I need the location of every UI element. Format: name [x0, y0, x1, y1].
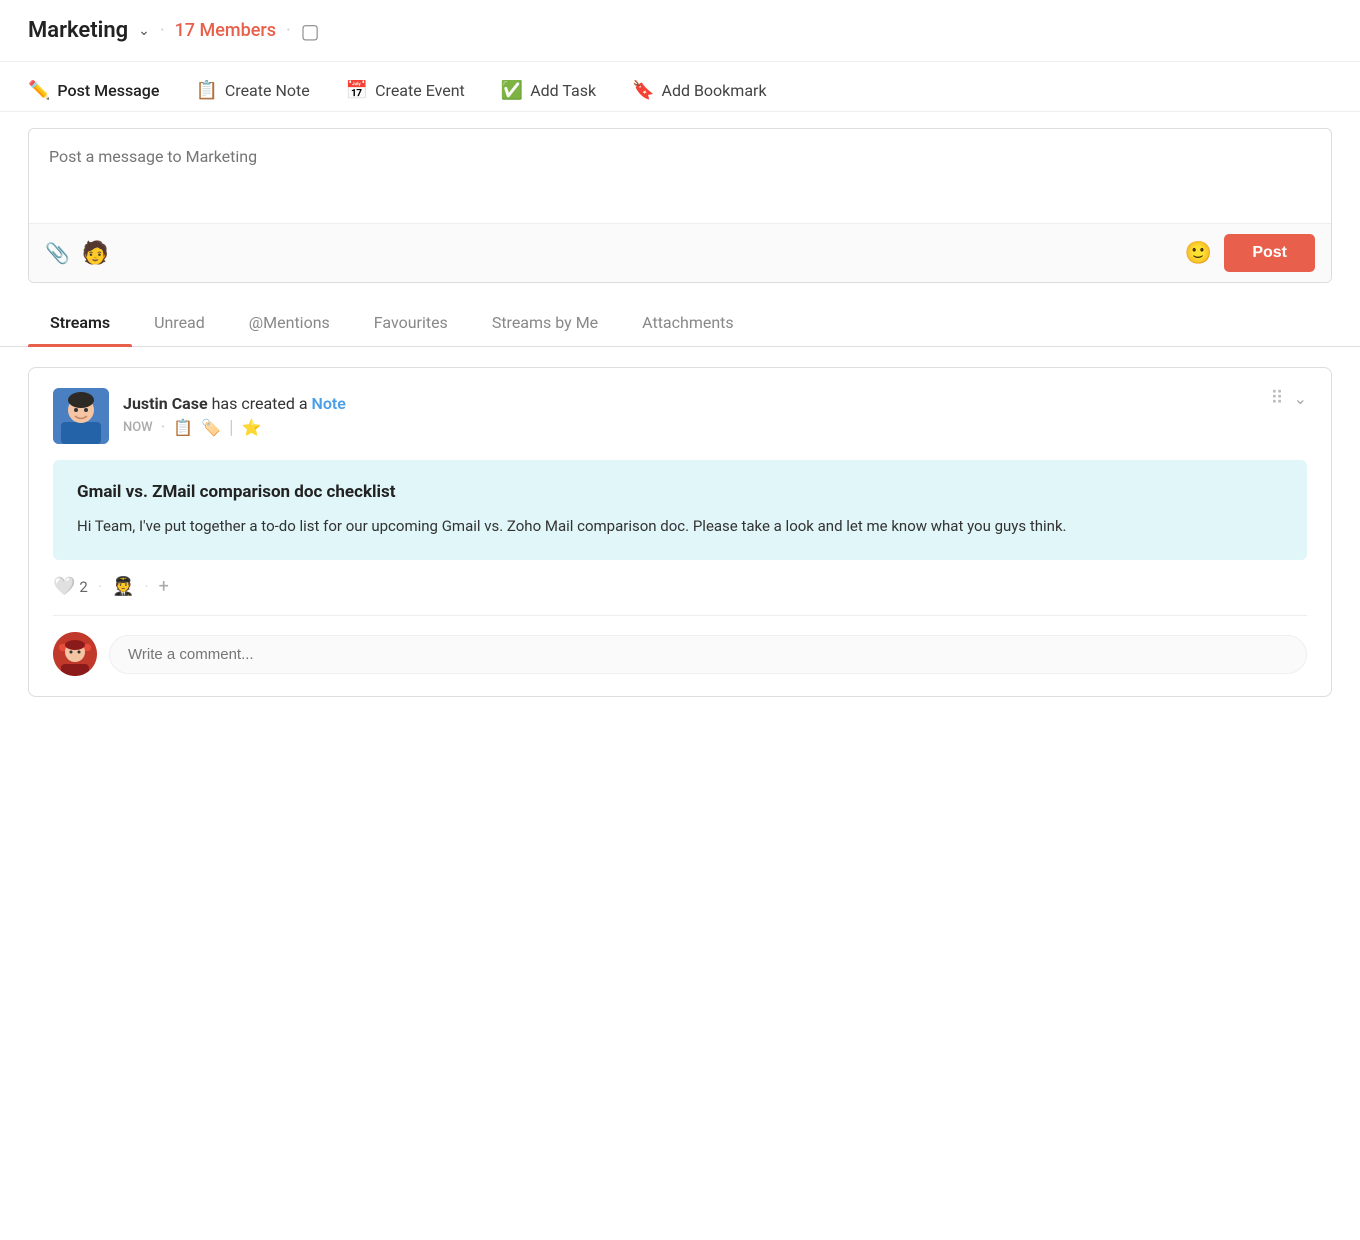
separator: ·	[160, 20, 165, 41]
like-count: 2	[79, 578, 87, 596]
add-bookmark-icon: 🔖	[632, 80, 654, 101]
tab-attachments[interactable]: Attachments	[620, 299, 756, 346]
heart-icon: 🤍	[53, 576, 75, 597]
compose-right-tools: 🙂 Post	[1185, 234, 1315, 272]
post-message-icon: ✏️	[28, 80, 50, 101]
tab-unread-label: Unread	[154, 313, 205, 332]
comment-avatar	[53, 632, 97, 676]
note-title: Gmail vs. ZMail comparison doc checklist	[77, 482, 1283, 502]
tab-unread[interactable]: Unread	[132, 299, 227, 346]
compose-area: 📎 🧑 🙂 Post	[28, 128, 1332, 283]
person-x-icon[interactable]: 🧑‍✈️	[112, 576, 134, 597]
add-bookmark-button[interactable]: 🔖 Add Bookmark	[632, 80, 766, 101]
more-options-icon[interactable]: ⠿	[1270, 388, 1283, 409]
create-event-icon: 📅	[346, 80, 368, 101]
note-icon[interactable]: 📋	[173, 418, 193, 437]
tab-streams[interactable]: Streams	[28, 299, 132, 346]
post-time: NOW	[123, 420, 153, 435]
compose-footer: 📎 🧑 🙂 Post	[29, 223, 1331, 282]
tab-favourites-label: Favourites	[374, 313, 448, 332]
post-header-right: ⠿ ⌄	[1270, 388, 1307, 409]
tag-icon[interactable]: 🏷️	[201, 418, 221, 437]
emoji-icon[interactable]: 🙂	[1185, 241, 1212, 266]
add-task-button[interactable]: ✅ Add Task	[501, 80, 596, 101]
like-reaction[interactable]: 🤍 2	[53, 576, 88, 597]
tab-mentions-label: @Mentions	[249, 313, 330, 332]
post-author-name: Justin Case	[123, 394, 208, 413]
mention-icon[interactable]: 🧑	[82, 241, 109, 266]
tab-favourites[interactable]: Favourites	[352, 299, 470, 346]
tabs-bar: Streams Unread @Mentions Favourites Stre…	[0, 299, 1360, 347]
create-note-label: Create Note	[225, 81, 310, 100]
star-icon[interactable]: ⭐	[242, 418, 262, 437]
post-note-link[interactable]: Note	[312, 394, 346, 413]
create-note-button[interactable]: 📋 Create Note	[195, 80, 309, 101]
post-message-label: Post Message	[57, 81, 159, 100]
add-task-icon: ✅	[501, 80, 523, 101]
post-button[interactable]: Post	[1224, 234, 1315, 272]
members-count[interactable]: 17 Members	[175, 20, 276, 41]
note-card: Gmail vs. ZMail comparison doc checklist…	[53, 460, 1307, 560]
tab-streams-label: Streams	[50, 313, 110, 332]
avatar	[53, 388, 109, 444]
channel-name: Marketing	[28, 18, 128, 43]
separator: ·	[286, 20, 291, 41]
post-header: Justin Case has created a Note NOW · 📋 🏷…	[53, 388, 1307, 444]
note-body: Hi Team, I've put together a to-do list …	[77, 514, 1283, 538]
top-header: Marketing ⌄ · 17 Members · ▢	[0, 0, 1360, 62]
post-message-button[interactable]: ✏️ Post Message	[28, 80, 159, 101]
message-input[interactable]	[29, 129, 1331, 219]
tab-attachments-label: Attachments	[642, 313, 734, 332]
create-note-icon: 📋	[195, 80, 217, 101]
comment-area	[53, 615, 1307, 676]
post-author-line: Justin Case has created a Note	[123, 394, 346, 413]
stream-content: Justin Case has created a Note NOW · 📋 🏷…	[0, 347, 1360, 717]
reaction-sep2: ·	[144, 577, 148, 596]
reactions-bar: 🤍 2 · 🧑‍✈️ · +	[53, 576, 1307, 597]
tab-streams-by-me-label: Streams by Me	[492, 313, 598, 332]
comment-input[interactable]	[109, 635, 1307, 674]
attach-icon[interactable]: 📎	[45, 241, 70, 265]
collapse-icon[interactable]: ⌄	[1294, 389, 1307, 408]
post-time-line: NOW · 📋 🏷️ | ⭐	[123, 417, 346, 438]
add-reaction-button[interactable]: +	[159, 576, 169, 597]
tab-streams-by-me[interactable]: Streams by Me	[470, 299, 620, 346]
post-meta: Justin Case has created a Note NOW · 📋 🏷…	[123, 394, 346, 438]
reaction-sep: ·	[98, 577, 102, 596]
chevron-down-icon[interactable]: ⌄	[138, 23, 150, 39]
post-header-left: Justin Case has created a Note NOW · 📋 🏷…	[53, 388, 346, 444]
create-event-label: Create Event	[375, 81, 465, 100]
toolbar: ✏️ Post Message 📋 Create Note 📅 Create E…	[0, 62, 1360, 112]
chat-bubble-icon[interactable]: ▢	[301, 19, 320, 43]
add-task-label: Add Task	[530, 81, 596, 100]
create-event-button[interactable]: 📅 Create Event	[346, 80, 465, 101]
post-card: Justin Case has created a Note NOW · 📋 🏷…	[28, 367, 1332, 697]
add-bookmark-label: Add Bookmark	[662, 81, 767, 100]
post-action-text: has created a	[212, 394, 308, 413]
tab-mentions[interactable]: @Mentions	[227, 299, 352, 346]
compose-footer-left: 📎 🧑	[45, 241, 109, 266]
